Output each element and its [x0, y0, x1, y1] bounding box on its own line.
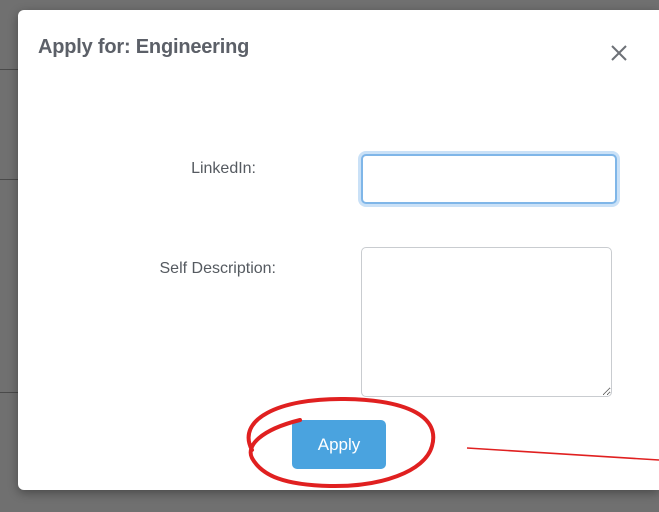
- background-divider: [0, 392, 18, 393]
- apply-button[interactable]: Apply: [292, 420, 386, 469]
- self-description-textarea[interactable]: [361, 247, 612, 397]
- linkedin-label: LinkedIn:: [191, 160, 256, 177]
- background-divider: [0, 69, 18, 70]
- apply-dialog: Apply for: Engineering LinkedIn: Self De…: [18, 10, 659, 490]
- close-button[interactable]: [606, 40, 632, 66]
- background-divider: [0, 179, 18, 180]
- self-description-label: Self Description:: [159, 260, 277, 277]
- linkedin-input[interactable]: [361, 154, 617, 204]
- dialog-title: Apply for: Engineering: [38, 36, 250, 58]
- close-icon: [611, 45, 627, 61]
